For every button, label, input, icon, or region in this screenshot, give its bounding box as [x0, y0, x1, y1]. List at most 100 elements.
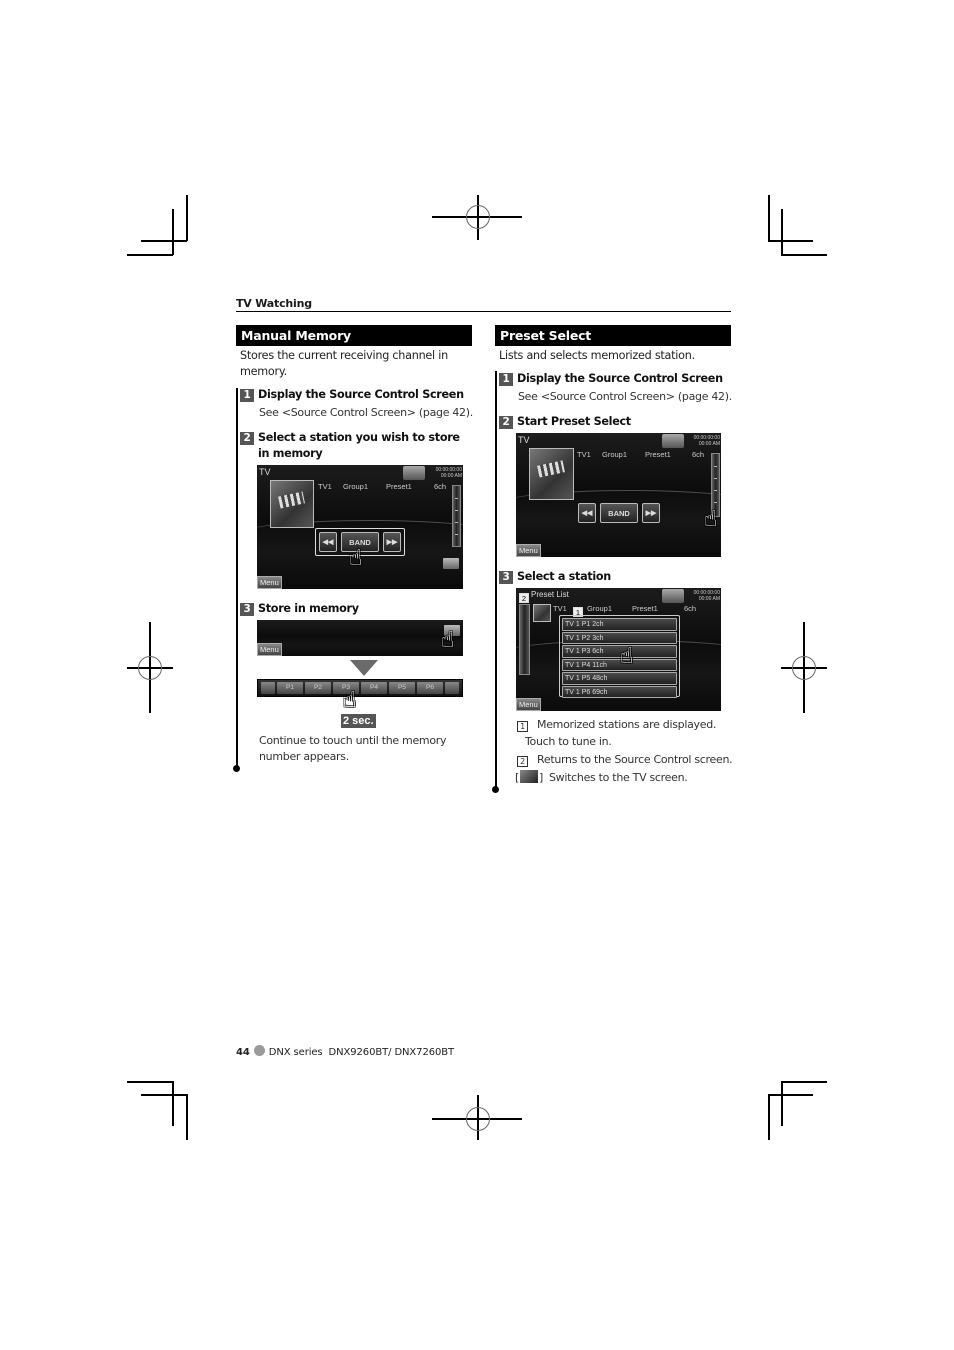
tv-thumbnail[interactable] — [529, 448, 574, 500]
return-side-bar[interactable] — [519, 604, 530, 675]
screen-info-channel: 6ch — [692, 450, 705, 459]
step-end-dot-left — [233, 765, 240, 772]
preset-bar-left-button[interactable] — [261, 682, 275, 694]
hold-duration-badge: 2 sec. — [341, 714, 376, 728]
footer-models: DNX9260BT/ DNX7260BT — [328, 1047, 455, 1058]
touch-hand-icon: ☝ — [441, 628, 455, 653]
step-connector-left — [236, 388, 238, 768]
preset-button-p5[interactable]: P5 — [389, 682, 415, 694]
screen-info-group: Group1 — [602, 450, 628, 459]
left-step-2: 2 Select a station you wish to store in m… — [240, 430, 470, 462]
step-title: Select a station you wish to store in me… — [258, 431, 460, 460]
page-number: 44 — [236, 1047, 250, 1058]
preset-select-intro: Lists and selects memorized station. — [499, 349, 695, 362]
step-end-dot-right — [492, 786, 499, 793]
callout-2: 2 — [519, 593, 529, 603]
step-number: 3 — [240, 603, 254, 616]
registration-mark-bottom — [432, 1095, 522, 1140]
screen-top-button[interactable] — [662, 434, 684, 448]
touch-hand-icon: ☝ — [620, 644, 634, 669]
right-step-1-text: See <Source Control Screen> (page 42). — [518, 390, 732, 403]
screen-info-group: Group1 — [587, 604, 613, 613]
screen-top-button[interactable] — [403, 466, 425, 480]
touch-hand-icon: ☝ — [704, 507, 718, 532]
screen-info-preset: Preset1 — [645, 450, 671, 459]
preset-button-p1[interactable]: P1 — [277, 682, 303, 694]
screen-clock: 00:00:00:00 00:00 AM — [435, 467, 462, 479]
screen-info-band: TV1 — [577, 450, 591, 459]
menu-button[interactable]: Menu — [516, 544, 541, 557]
step-title: Store in memory — [258, 602, 359, 615]
preset-button-bar: P1 P2 P3 P4 P5 P6 — [257, 679, 463, 697]
running-head-rule — [236, 311, 731, 312]
down-arrow-icon — [350, 660, 378, 676]
footer-series: DNX series — [268, 1047, 323, 1058]
preset-list-item[interactable]: TV 1 P6 69ch — [562, 685, 677, 698]
registration-mark-top — [432, 195, 522, 240]
step-number: 2 — [499, 416, 513, 429]
seek-back-button[interactable]: ◀◀ — [319, 532, 337, 552]
preset-bar-right-button[interactable] — [445, 682, 459, 694]
preset-list-item[interactable]: TV 1 P1 2ch — [562, 618, 677, 631]
step-number: 1 — [240, 389, 254, 402]
menu-button[interactable]: Menu — [257, 576, 282, 589]
tv-thumbnail[interactable] — [270, 480, 314, 528]
screen-info-group: Group1 — [343, 482, 369, 491]
section-title-manual-memory: Manual Memory — [236, 325, 472, 346]
touch-hand-icon: ☝ — [343, 688, 357, 713]
control-group: ◀◀ BAND ▶▶ — [574, 499, 664, 527]
preset-button-p4[interactable]: P4 — [361, 682, 387, 694]
screen-info-channel: 6ch — [434, 482, 447, 491]
screen-clock: 00:00:00:00 00:00 AM — [693, 590, 720, 602]
screen-info-preset: Preset1 — [632, 604, 658, 613]
preset-toggle-button[interactable] — [443, 558, 459, 569]
source-control-screen-right: TV 00:00:00:00 00:00 AM TV1 Group1 Preset… — [516, 433, 721, 557]
step-title: Display the Source Control Screen — [258, 388, 464, 401]
preset-button-p2[interactable]: P2 — [305, 682, 331, 694]
touch-hand-icon: ☝ — [349, 546, 363, 571]
seek-back-button[interactable]: ◀◀ — [578, 503, 596, 523]
step-number: 3 — [499, 571, 513, 584]
preset-side-bar[interactable] — [452, 485, 461, 547]
screen-info-preset: Preset1 — [386, 482, 412, 491]
preset-list-item[interactable]: TV 1 P5 48ch — [562, 672, 677, 685]
left-step-3: 3 Store in memory — [240, 601, 470, 617]
legend-text: Returns to the Source Control screen. — [537, 753, 733, 766]
registration-mark-left — [127, 622, 173, 713]
screen-top-button[interactable] — [662, 589, 684, 603]
legend-item-1: 1 Memorized stations are displayed. — [517, 717, 716, 733]
preset-list-item[interactable]: TV 1 P2 3ch — [562, 631, 677, 644]
screen-source-label: TV — [259, 467, 271, 477]
step-number: 1 — [499, 373, 513, 386]
section-title-preset-select: Preset Select — [495, 325, 731, 346]
legend-item-1-continued: Touch to tune in. — [525, 735, 612, 748]
seek-forward-button[interactable]: ▶▶ — [642, 503, 660, 523]
step-title: Select a station — [517, 570, 611, 583]
tv-screen-icon — [520, 770, 538, 783]
band-button[interactable]: BAND — [600, 503, 638, 523]
right-step-3: 3 Select a station — [499, 569, 731, 585]
preset-list-screen: Preset List 00:00:00:00 00:00 AM 2 TV1 Gr… — [516, 588, 721, 711]
preset-button-p6[interactable]: P6 — [417, 682, 443, 694]
screen-clock: 00:00:00:00 00:00 AM — [693, 435, 720, 447]
step-connector-right — [495, 371, 497, 789]
legend-item-2: 2 Returns to the Source Control screen. — [517, 752, 733, 768]
screen-source-label: TV — [518, 435, 530, 445]
seek-forward-button[interactable]: ▶▶ — [383, 532, 401, 552]
screen-info-band: TV1 — [553, 604, 567, 613]
legend-item-3: [] Switches to the TV screen. — [515, 770, 688, 784]
left-step-1-text: See <Source Control Screen> (page 42). — [259, 406, 473, 419]
preset-list-title: Preset List — [531, 590, 569, 599]
menu-button[interactable]: Menu — [257, 643, 282, 656]
legend-text: Memorized stations are displayed. — [537, 718, 717, 731]
registration-mark-right — [781, 622, 827, 713]
step-title: Start Preset Select — [517, 415, 631, 428]
right-step-1: 1 Display the Source Control Screen — [499, 371, 731, 387]
step-title: Display the Source Control Screen — [517, 372, 723, 385]
screen-info-channel: 6ch — [684, 604, 697, 613]
page-footer: 44 DNX series DNX9260BT/ DNX7260BT — [236, 1045, 454, 1058]
running-head: TV Watching — [236, 297, 312, 310]
store-memory-screen: Menu ☝ — [257, 620, 463, 656]
menu-button[interactable]: Menu — [516, 698, 541, 711]
tv-thumbnail-button[interactable] — [533, 604, 551, 622]
